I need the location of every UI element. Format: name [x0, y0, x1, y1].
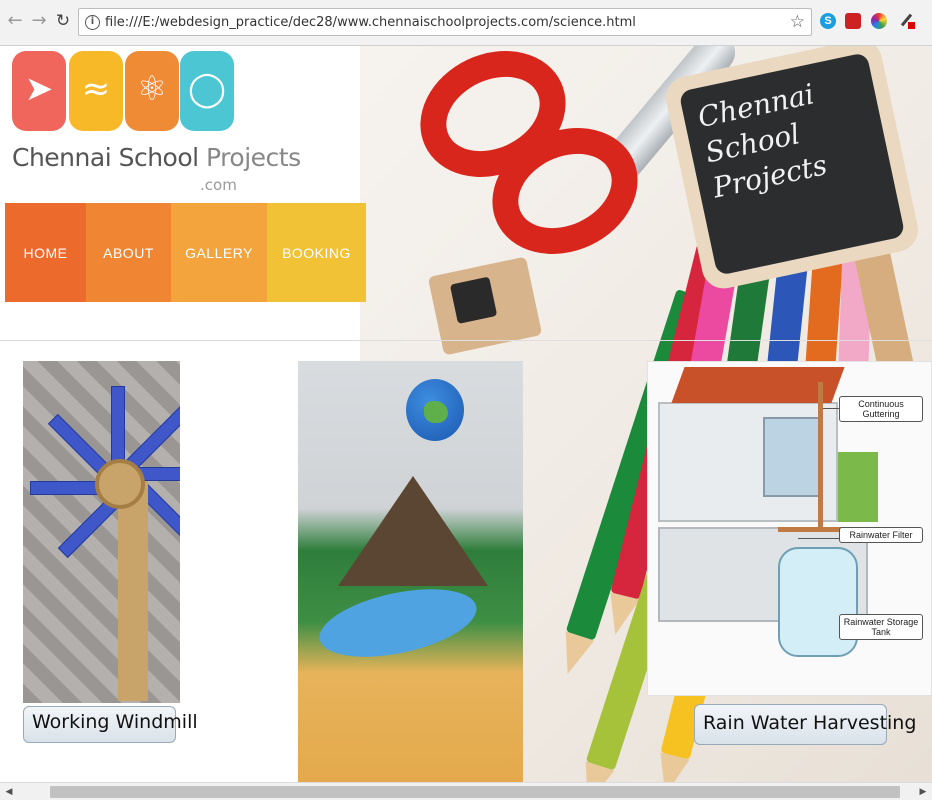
skype-extension-icon[interactable]: S	[820, 13, 836, 29]
rainwater-diagram[interactable]: Continuous Guttering Rainwater Filter Ra…	[647, 361, 932, 696]
atom-icon: ⚛	[136, 69, 168, 109]
volcano-globe-model-photo[interactable]	[298, 361, 523, 782]
diagram-storage-tank	[778, 547, 858, 657]
red-extension-icon[interactable]	[845, 13, 861, 29]
dna-icon: ≈	[81, 69, 111, 109]
globe	[406, 379, 464, 441]
label-rainwater-storage-tank: Rainwater Storage Tank	[839, 614, 923, 640]
lightbulb-icon: ◯	[187, 69, 227, 109]
nav-home[interactable]: HOME	[5, 203, 86, 302]
windmill-photo[interactable]	[23, 361, 180, 703]
address-bar[interactable]: i file:///E:/webdesign_practice/dec28/ww…	[78, 8, 812, 36]
nav-about[interactable]: ABOUT	[86, 203, 171, 302]
lightbulb-tile: ◯	[180, 51, 234, 131]
model-river	[313, 577, 483, 669]
scrollbar-thumb[interactable]	[50, 786, 900, 798]
atom-tile: ⚛	[125, 51, 179, 131]
logo-domain-suffix: .com	[200, 176, 237, 194]
logo-wordmark: Chennai School Projects	[12, 143, 301, 172]
label-rainwater-filter: Rainwater Filter	[839, 527, 923, 543]
url-text[interactable]: file:///E:/webdesign_practice/dec28/www.…	[105, 15, 636, 30]
scroll-right-arrow-icon[interactable]: ▶	[916, 785, 930, 799]
site-logo[interactable]: ➤ ≈ ⚛ ◯ Chennai School Projects .com	[12, 51, 301, 201]
windmill-hub	[95, 459, 145, 509]
forward-arrow-icon[interactable]: →	[28, 10, 50, 32]
bookmark-star-icon[interactable]: ☆	[790, 12, 805, 32]
rocket-icon: ➤	[24, 69, 54, 109]
page-content: Chennai School Projects ➤ ≈ ⚛ ◯ Chennai …	[0, 46, 932, 782]
rocket-tile: ➤	[12, 51, 66, 131]
scroll-left-arrow-icon[interactable]: ◀	[2, 785, 16, 799]
logo-name-part2: Projects	[206, 143, 301, 172]
model-mountain	[338, 476, 488, 586]
logo-name-part1: Chennai School	[12, 143, 207, 172]
reload-icon[interactable]: ↻	[52, 10, 74, 32]
diagram-window	[763, 417, 823, 497]
dna-tile: ≈	[69, 51, 123, 131]
back-arrow-icon[interactable]: ←	[4, 10, 26, 32]
main-nav: HOME ABOUT GALLERY BOOKING	[5, 203, 366, 302]
diagram-downpipe	[818, 382, 823, 532]
nav-booking[interactable]: BOOKING	[267, 203, 366, 302]
label-continuous-guttering: Continuous Guttering	[839, 396, 923, 422]
info-icon[interactable]: i	[85, 15, 100, 30]
eyedropper-extension-icon[interactable]	[898, 13, 915, 29]
header-divider	[0, 340, 932, 341]
windmill-caption[interactable]: Working Windmill	[23, 706, 198, 743]
horizontal-scrollbar[interactable]: ◀ ▶	[0, 782, 932, 800]
color-wheel-extension-icon[interactable]	[871, 13, 887, 29]
globe-continent	[424, 401, 448, 423]
browser-toolbar: ← → ↻ i file:///E:/webdesign_practice/de…	[0, 0, 932, 46]
windmill-tower	[118, 481, 148, 701]
nav-gallery[interactable]: GALLERY	[171, 203, 267, 302]
rainwater-caption[interactable]: Rain Water Harvesting	[694, 704, 916, 745]
